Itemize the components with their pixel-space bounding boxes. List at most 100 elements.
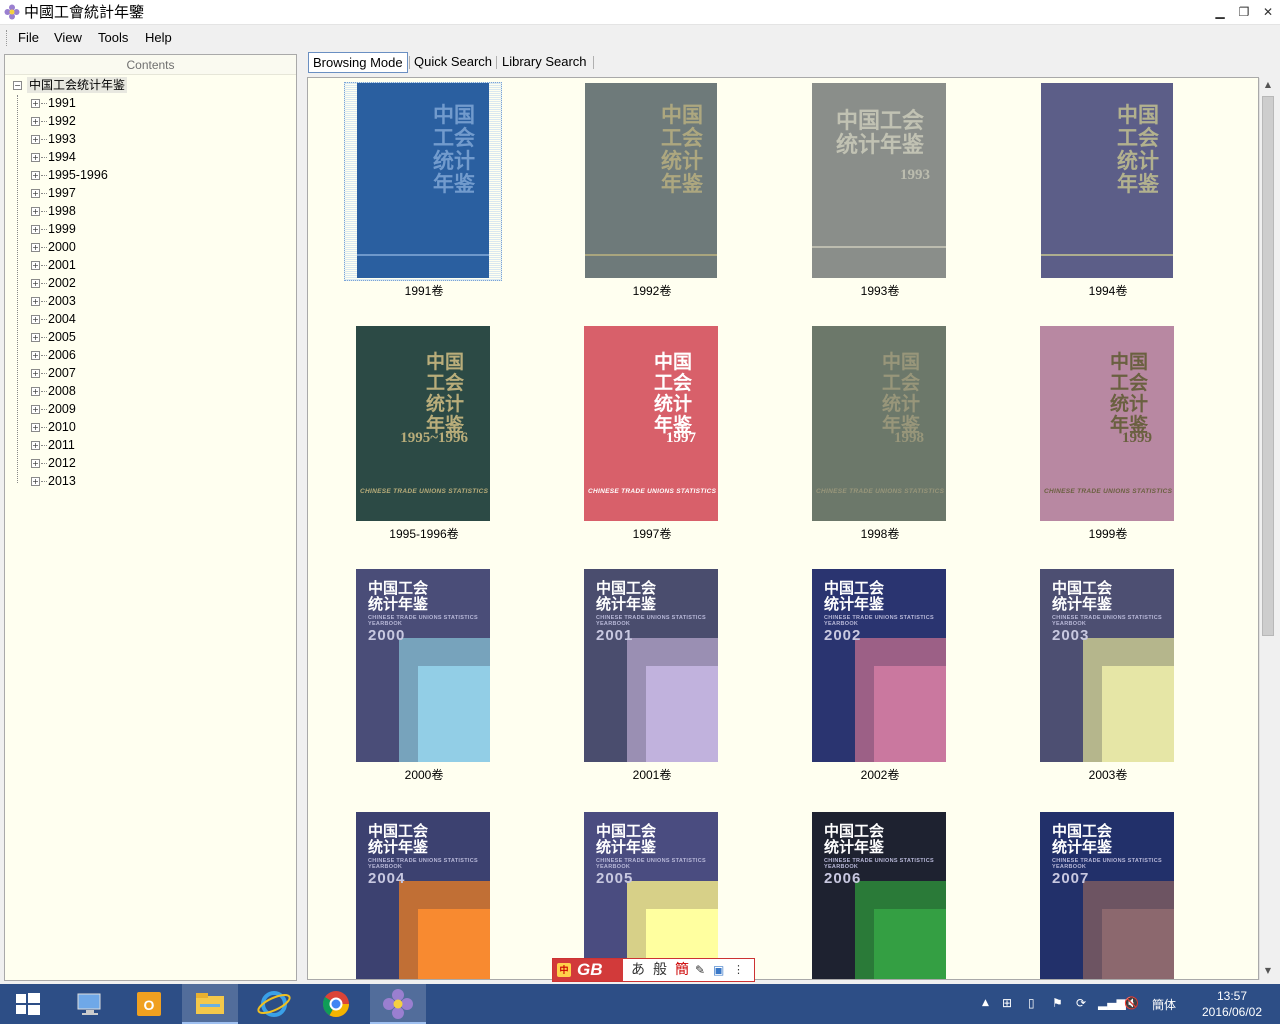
book-item[interactable]: 中国工会 统计年鉴 CHINESE TRADE UNIONS STATISTICS…	[810, 568, 950, 798]
tree-item-label[interactable]: 2007	[48, 365, 76, 381]
taskbar-file-explorer[interactable]	[182, 984, 238, 1024]
expand-icon[interactable]: +	[31, 459, 40, 468]
taskbar-outlook[interactable]: O	[122, 984, 178, 1024]
expand-icon[interactable]: +	[31, 99, 40, 108]
book-cover-image[interactable]: 中国 工会 统计 年鉴	[1041, 83, 1173, 278]
book-caption[interactable]: 1992卷	[582, 282, 722, 299]
tray-overflow-chevron-icon[interactable]: ▲	[982, 998, 989, 1008]
ime-pen-icon[interactable]: ✎	[695, 961, 705, 979]
book-cover-image[interactable]: 中国 工会 统计 年鉴	[357, 83, 489, 278]
expand-icon[interactable]: +	[31, 279, 40, 288]
tree-item-label[interactable]: 1993	[48, 131, 76, 147]
ime-kana[interactable]: あ	[631, 961, 645, 979]
book-item[interactable]: 中国工会 统计年鉴 CHINESE TRADE UNIONS STATISTICS…	[582, 568, 722, 798]
book-cover-image[interactable]: 中国 工会 统计 年鉴 1997 CHINESE TRADE UNIONS STAT…	[584, 326, 718, 521]
book-caption[interactable]: 2002卷	[810, 766, 950, 783]
tree-item-label[interactable]: 1997	[48, 185, 76, 201]
tab-browsing-mode[interactable]: Browsing Mode	[308, 52, 408, 73]
tree-item-label[interactable]: 2002	[48, 275, 76, 291]
menu-view[interactable]: View	[54, 30, 82, 45]
book-caption[interactable]: 2000卷	[354, 766, 494, 783]
book-cover-image[interactable]: 中国工会 统计年鉴 CHINESE TRADE UNIONS STATISTICS…	[584, 812, 718, 979]
expand-icon[interactable]: +	[31, 225, 40, 234]
book-caption[interactable]: 1997卷	[582, 525, 722, 542]
expand-icon[interactable]: +	[31, 423, 40, 432]
expand-icon[interactable]: +	[31, 189, 40, 198]
expand-icon[interactable]: +	[31, 369, 40, 378]
expand-icon[interactable]: +	[31, 207, 40, 216]
book-caption[interactable]: 1993卷	[810, 282, 950, 299]
ime-mode-gb[interactable]: 中 GB	[553, 959, 623, 981]
ime-han[interactable]: 般	[653, 961, 667, 979]
book-cover-image[interactable]: 中国工会 统计年鉴 1993	[812, 83, 946, 278]
book-item[interactable]: 中国工会 统计年鉴 CHINESE TRADE UNIONS STATISTICS…	[1038, 811, 1178, 979]
scroll-down-arrow-icon[interactable]: ▼	[1260, 964, 1276, 978]
tree-item-label[interactable]: 2000	[48, 239, 76, 255]
book-item[interactable]: 中国 工会 统计 年鉴 1999 CHINESE TRADE UNIONS STAT…	[1038, 325, 1178, 555]
book-cover-image[interactable]: 中国 工会 统计 年鉴	[585, 83, 717, 278]
tree-item-label[interactable]: 1994	[48, 149, 76, 165]
expand-icon[interactable]: +	[31, 351, 40, 360]
book-item[interactable]: 中国工会 统计年鉴 CHINESE TRADE UNIONS STATISTICS…	[354, 811, 494, 979]
tray-update-icon[interactable]: ⟳	[1076, 996, 1086, 1010]
taskbar-chrome[interactable]	[308, 984, 364, 1024]
tree-item-label[interactable]: 2011	[48, 437, 75, 453]
clock[interactable]: 13:57 2016/06/02	[1192, 988, 1272, 1020]
expand-icon[interactable]: +	[31, 135, 40, 144]
book-cover-image[interactable]: 中国 工会 统计 年鉴 1995~1996 CHINESE TRADE UNIONS…	[356, 326, 490, 521]
tree-item-label[interactable]: 1992	[48, 113, 76, 129]
book-cover-image[interactable]: 中国工会 统计年鉴 CHINESE TRADE UNIONS STATISTICS…	[356, 812, 490, 979]
book-caption[interactable]: 1999卷	[1038, 525, 1178, 542]
ime-toolbar[interactable]: 中 GB あ 般 簡 ✎ ▣ ⋮	[552, 958, 755, 982]
book-cover-image[interactable]: 中国工会 统计年鉴 CHINESE TRADE UNIONS STATISTICS…	[812, 569, 946, 762]
expand-icon[interactable]: +	[31, 243, 40, 252]
book-cover-image[interactable]: 中国 工会 统计 年鉴 1998 CHINESE TRADE UNIONS STAT…	[812, 326, 946, 521]
book-item[interactable]: 中国 工会 统计 年鉴 1992卷	[582, 82, 722, 312]
tree-item-label[interactable]: 1991	[48, 95, 76, 111]
tree-item-label[interactable]: 2008	[48, 383, 76, 399]
tree-item-label[interactable]: 2001	[48, 257, 76, 273]
scroll-thumb[interactable]	[1262, 96, 1274, 636]
taskbar-internet-explorer[interactable]	[246, 984, 302, 1024]
book-caption[interactable]: 2003卷	[1038, 766, 1178, 783]
book-cover-image[interactable]: 中国工会 统计年鉴 CHINESE TRADE UNIONS STATISTICS…	[1040, 812, 1174, 979]
tab-library-search[interactable]: Library Search	[498, 52, 591, 73]
expand-icon[interactable]: +	[31, 117, 40, 126]
expand-icon[interactable]: +	[31, 315, 40, 324]
tree-item-label[interactable]: 2003	[48, 293, 76, 309]
ime-simplified[interactable]: 簡	[675, 961, 689, 979]
book-item[interactable]: 中国工会 统计年鉴 CHINESE TRADE UNIONS STATISTICS…	[582, 811, 722, 979]
expand-icon[interactable]: +	[31, 297, 40, 306]
expand-icon[interactable]: +	[31, 153, 40, 162]
book-item[interactable]: 中国工会 统计年鉴 1993 1993卷	[810, 82, 950, 312]
tab-quick-search[interactable]: Quick Search	[410, 52, 496, 73]
expand-icon[interactable]: +	[31, 405, 40, 414]
book-caption[interactable]: 2001卷	[582, 766, 722, 783]
vertical-scrollbar[interactable]: ▲ ▼	[1259, 78, 1275, 980]
book-item[interactable]: 中国 工会 统计 年鉴 1991卷	[344, 82, 502, 312]
tray-language-label[interactable]: 簡体	[1152, 996, 1176, 1013]
collapse-icon[interactable]: −	[13, 81, 22, 90]
book-item[interactable]: 中国 工会 统计 年鉴 1994卷	[1038, 82, 1178, 312]
book-caption[interactable]: 1994卷	[1038, 282, 1178, 299]
tray-device-icon[interactable]: ▯	[1028, 996, 1035, 1010]
menu-tools[interactable]: Tools	[98, 30, 128, 45]
tray-windows-icon[interactable]: ⊞	[1002, 996, 1012, 1010]
tree-item-label[interactable]: 2009	[48, 401, 76, 417]
expand-icon[interactable]: +	[31, 441, 40, 450]
book-cover-image[interactable]: 中国工会 统计年鉴 CHINESE TRADE UNIONS STATISTICS…	[812, 812, 946, 979]
book-cover-image[interactable]: 中国 工会 统计 年鉴 1999 CHINESE TRADE UNIONS STAT…	[1040, 326, 1174, 521]
menu-help[interactable]: Help	[145, 30, 172, 45]
expand-icon[interactable]: +	[31, 477, 40, 486]
expand-icon[interactable]: +	[31, 387, 40, 396]
tree-item-label[interactable]: 2010	[48, 419, 76, 435]
scroll-up-arrow-icon[interactable]: ▲	[1260, 78, 1276, 92]
expand-icon[interactable]: +	[31, 171, 40, 180]
tree-item-label[interactable]: 1998	[48, 203, 76, 219]
expand-icon[interactable]: +	[31, 333, 40, 342]
book-cover-image[interactable]: 中国工会 统计年鉴 CHINESE TRADE UNIONS STATISTICS…	[1040, 569, 1174, 762]
close-button[interactable]: ✕	[1256, 3, 1280, 21]
tree-item-label[interactable]: 1995-1996	[48, 167, 108, 183]
tree-item-label[interactable]: 2013	[48, 473, 76, 489]
expand-icon[interactable]: +	[31, 261, 40, 270]
